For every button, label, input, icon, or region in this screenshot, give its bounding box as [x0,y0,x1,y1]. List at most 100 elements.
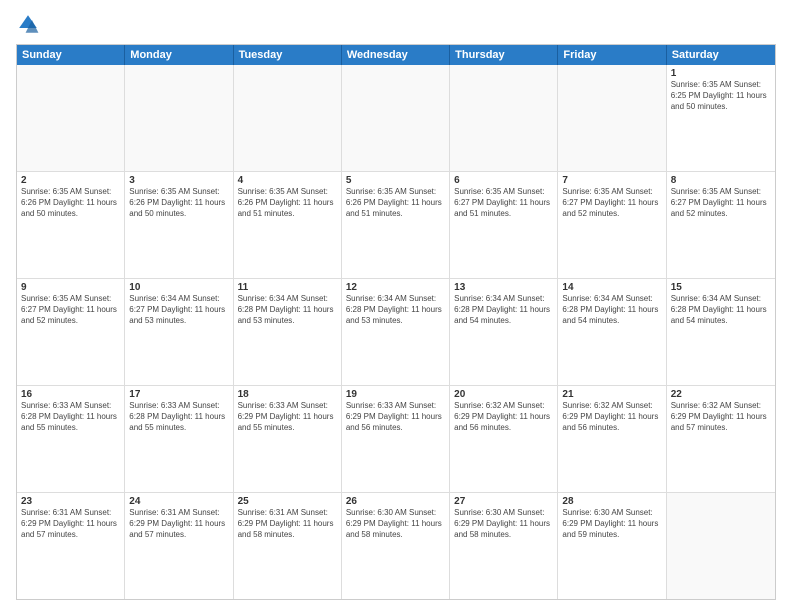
empty-cell [450,65,558,171]
day-cell-11: 11Sunrise: 6:34 AM Sunset: 6:28 PM Dayli… [234,279,342,385]
empty-cell [667,493,775,599]
calendar: SundayMondayTuesdayWednesdayThursdayFrid… [16,44,776,600]
day-info: Sunrise: 6:35 AM Sunset: 6:27 PM Dayligh… [454,187,553,219]
day-cell-28: 28Sunrise: 6:30 AM Sunset: 6:29 PM Dayli… [558,493,666,599]
day-cell-1: 1Sunrise: 6:35 AM Sunset: 6:25 PM Daylig… [667,65,775,171]
day-cell-6: 6Sunrise: 6:35 AM Sunset: 6:27 PM Daylig… [450,172,558,278]
day-cell-7: 7Sunrise: 6:35 AM Sunset: 6:27 PM Daylig… [558,172,666,278]
day-number: 18 [238,389,337,400]
header-cell-friday: Friday [558,45,666,65]
day-info: Sunrise: 6:30 AM Sunset: 6:29 PM Dayligh… [454,508,553,540]
day-cell-18: 18Sunrise: 6:33 AM Sunset: 6:29 PM Dayli… [234,386,342,492]
day-info: Sunrise: 6:31 AM Sunset: 6:29 PM Dayligh… [21,508,120,540]
day-info: Sunrise: 6:33 AM Sunset: 6:29 PM Dayligh… [238,401,337,433]
logo-icon [16,12,40,36]
day-number: 21 [562,389,661,400]
day-info: Sunrise: 6:34 AM Sunset: 6:28 PM Dayligh… [346,294,445,326]
day-number: 15 [671,282,771,293]
day-number: 17 [129,389,228,400]
day-cell-9: 9Sunrise: 6:35 AM Sunset: 6:27 PM Daylig… [17,279,125,385]
day-cell-13: 13Sunrise: 6:34 AM Sunset: 6:28 PM Dayli… [450,279,558,385]
empty-cell [342,65,450,171]
day-cell-15: 15Sunrise: 6:34 AM Sunset: 6:28 PM Dayli… [667,279,775,385]
day-number: 6 [454,175,553,186]
day-info: Sunrise: 6:31 AM Sunset: 6:29 PM Dayligh… [129,508,228,540]
day-info: Sunrise: 6:35 AM Sunset: 6:27 PM Dayligh… [21,294,120,326]
logo [16,12,44,36]
day-number: 24 [129,496,228,507]
day-number: 16 [21,389,120,400]
day-number: 3 [129,175,228,186]
calendar-body: 1Sunrise: 6:35 AM Sunset: 6:25 PM Daylig… [17,65,775,599]
day-number: 28 [562,496,661,507]
day-cell-19: 19Sunrise: 6:33 AM Sunset: 6:29 PM Dayli… [342,386,450,492]
day-info: Sunrise: 6:33 AM Sunset: 6:28 PM Dayligh… [21,401,120,433]
day-cell-2: 2Sunrise: 6:35 AM Sunset: 6:26 PM Daylig… [17,172,125,278]
day-number: 8 [671,175,771,186]
empty-cell [234,65,342,171]
day-number: 13 [454,282,553,293]
day-cell-16: 16Sunrise: 6:33 AM Sunset: 6:28 PM Dayli… [17,386,125,492]
day-number: 5 [346,175,445,186]
day-cell-20: 20Sunrise: 6:32 AM Sunset: 6:29 PM Dayli… [450,386,558,492]
calendar-page: SundayMondayTuesdayWednesdayThursdayFrid… [0,0,792,612]
day-cell-14: 14Sunrise: 6:34 AM Sunset: 6:28 PM Dayli… [558,279,666,385]
day-number: 7 [562,175,661,186]
day-info: Sunrise: 6:35 AM Sunset: 6:26 PM Dayligh… [346,187,445,219]
day-info: Sunrise: 6:32 AM Sunset: 6:29 PM Dayligh… [562,401,661,433]
day-cell-4: 4Sunrise: 6:35 AM Sunset: 6:26 PM Daylig… [234,172,342,278]
day-number: 25 [238,496,337,507]
day-cell-12: 12Sunrise: 6:34 AM Sunset: 6:28 PM Dayli… [342,279,450,385]
calendar-week-2: 2 Sunrise: 6:35 AM Sunset: 6:26 PM Daylig… [17,172,775,279]
day-info: Sunrise: 6:33 AM Sunset: 6:29 PM Dayligh… [346,401,445,433]
day-number: 4 [238,175,337,186]
day-info: Sunrise: 6:32 AM Sunset: 6:29 PM Dayligh… [671,401,771,433]
empty-cell [558,65,666,171]
day-number: 11 [238,282,337,293]
day-cell-26: 26Sunrise: 6:30 AM Sunset: 6:29 PM Dayli… [342,493,450,599]
day-number: 12 [346,282,445,293]
day-cell-17: 17Sunrise: 6:33 AM Sunset: 6:28 PM Dayli… [125,386,233,492]
day-number: 1 [671,68,771,79]
page-header [16,12,776,36]
day-cell-27: 27Sunrise: 6:30 AM Sunset: 6:29 PM Dayli… [450,493,558,599]
day-cell-3: 3Sunrise: 6:35 AM Sunset: 6:26 PM Daylig… [125,172,233,278]
empty-cell [17,65,125,171]
day-info: Sunrise: 6:30 AM Sunset: 6:29 PM Dayligh… [346,508,445,540]
day-info: Sunrise: 6:33 AM Sunset: 6:28 PM Dayligh… [129,401,228,433]
calendar-week-1: 1Sunrise: 6:35 AM Sunset: 6:25 PM Daylig… [17,65,775,172]
day-cell-5: 5Sunrise: 6:35 AM Sunset: 6:26 PM Daylig… [342,172,450,278]
day-number: 14 [562,282,661,293]
day-number: 26 [346,496,445,507]
day-number: 27 [454,496,553,507]
header-cell-tuesday: Tuesday [234,45,342,65]
calendar-week-3: 9Sunrise: 6:35 AM Sunset: 6:27 PM Daylig… [17,279,775,386]
calendar-week-5: 23Sunrise: 6:31 AM Sunset: 6:29 PM Dayli… [17,493,775,599]
day-number: 19 [346,389,445,400]
day-info: Sunrise: 6:35 AM Sunset: 6:25 PM Dayligh… [671,80,771,112]
day-number: 2 [21,175,120,186]
day-info: Sunrise: 6:31 AM Sunset: 6:29 PM Dayligh… [238,508,337,540]
empty-cell [125,65,233,171]
day-info: Sunrise: 6:34 AM Sunset: 6:28 PM Dayligh… [238,294,337,326]
day-cell-21: 21Sunrise: 6:32 AM Sunset: 6:29 PM Dayli… [558,386,666,492]
day-info: Sunrise: 6:34 AM Sunset: 6:28 PM Dayligh… [454,294,553,326]
day-info: Sunrise: 6:35 AM Sunset: 6:26 PM Dayligh… [129,187,228,219]
day-cell-25: 25Sunrise: 6:31 AM Sunset: 6:29 PM Dayli… [234,493,342,599]
day-info: Sunrise: 6:35 AM Sunset: 6:26 PM Dayligh… [238,187,337,219]
day-number: 20 [454,389,553,400]
day-info: Sunrise: 6:34 AM Sunset: 6:27 PM Dayligh… [129,294,228,326]
day-number: 10 [129,282,228,293]
calendar-week-4: 16Sunrise: 6:33 AM Sunset: 6:28 PM Dayli… [17,386,775,493]
header-cell-thursday: Thursday [450,45,558,65]
header-cell-monday: Monday [125,45,233,65]
calendar-header-row: SundayMondayTuesdayWednesdayThursdayFrid… [17,45,775,65]
header-cell-wednesday: Wednesday [342,45,450,65]
day-info: Sunrise: 6:32 AM Sunset: 6:29 PM Dayligh… [454,401,553,433]
header-cell-saturday: Saturday [667,45,775,65]
day-cell-22: 22Sunrise: 6:32 AM Sunset: 6:29 PM Dayli… [667,386,775,492]
day-cell-24: 24Sunrise: 6:31 AM Sunset: 6:29 PM Dayli… [125,493,233,599]
header-cell-sunday: Sunday [17,45,125,65]
day-cell-8: 8Sunrise: 6:35 AM Sunset: 6:27 PM Daylig… [667,172,775,278]
day-info: Sunrise: 6:35 AM Sunset: 6:27 PM Dayligh… [671,187,771,219]
